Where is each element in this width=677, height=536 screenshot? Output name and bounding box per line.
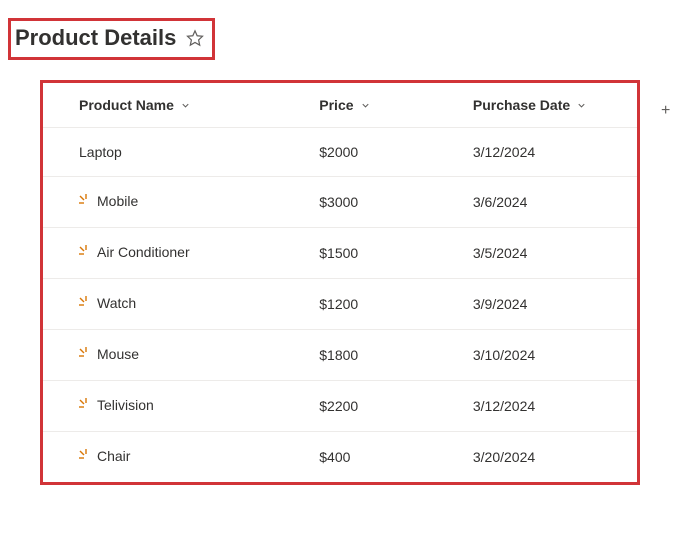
cell-product-name-text: Chair <box>97 448 130 464</box>
cell-product-name: Telivision <box>43 381 309 432</box>
chevron-down-icon <box>180 100 191 111</box>
cell-price: $1800 <box>309 330 463 381</box>
column-header-label: Purchase Date <box>473 97 570 113</box>
sparkle-icon <box>79 398 93 412</box>
cell-product-name-text: Mobile <box>97 193 138 209</box>
cell-product-name-text: Air Conditioner <box>97 244 190 260</box>
cell-product-name-text: Mouse <box>97 346 139 362</box>
cell-product-name: Air Conditioner <box>43 228 309 279</box>
cell-purchase-date: 3/5/2024 <box>463 228 637 279</box>
cell-price: $1500 <box>309 228 463 279</box>
cell-product-name: Mouse <box>43 330 309 381</box>
plus-icon[interactable]: + <box>661 102 670 120</box>
column-header-label: Price <box>319 97 353 113</box>
cell-product-name: Mobile <box>43 177 309 228</box>
table-row[interactable]: Mouse $18003/10/2024 <box>43 330 637 381</box>
favorite-star-icon[interactable] <box>186 29 204 47</box>
table-row[interactable]: Watch $12003/9/2024 <box>43 279 637 330</box>
cell-purchase-date: 3/10/2024 <box>463 330 637 381</box>
page-title: Product Details <box>15 25 176 51</box>
sparkle-icon <box>79 245 93 259</box>
product-table: Product Name Price <box>43 83 637 482</box>
cell-purchase-date: 3/12/2024 <box>463 381 637 432</box>
column-header-label: Product Name <box>79 97 174 113</box>
cell-price: $1200 <box>309 279 463 330</box>
column-header-purchase-date[interactable]: Purchase Date <box>463 83 637 128</box>
sparkle-icon <box>79 194 93 208</box>
cell-product-name-text: Laptop <box>79 144 122 160</box>
table-row[interactable]: Air Conditioner $15003/5/2024 <box>43 228 637 279</box>
cell-price: $2000 <box>309 128 463 177</box>
sparkle-icon <box>79 449 93 463</box>
page-header: Product Details <box>8 18 215 60</box>
table-row[interactable]: Telivision $22003/12/2024 <box>43 381 637 432</box>
sparkle-icon <box>79 347 93 361</box>
cell-purchase-date: 3/12/2024 <box>463 128 637 177</box>
cell-purchase-date: 3/6/2024 <box>463 177 637 228</box>
cell-price: $3000 <box>309 177 463 228</box>
table-row[interactable]: Chair $4003/20/2024 <box>43 432 637 483</box>
cell-price: $400 <box>309 432 463 483</box>
table-row[interactable]: Laptop $20003/12/2024 <box>43 128 637 177</box>
cell-purchase-date: 3/20/2024 <box>463 432 637 483</box>
chevron-down-icon <box>360 100 371 111</box>
cell-product-name: Laptop <box>43 128 309 177</box>
product-table-container: Product Name Price <box>40 80 640 485</box>
cell-product-name-text: Watch <box>97 295 136 311</box>
cell-product-name: Watch <box>43 279 309 330</box>
column-header-price[interactable]: Price <box>309 83 463 128</box>
cell-price: $2200 <box>309 381 463 432</box>
chevron-down-icon <box>576 100 587 111</box>
table-row[interactable]: Mobile $30003/6/2024 <box>43 177 637 228</box>
cell-product-name-text: Telivision <box>97 397 154 413</box>
cell-product-name: Chair <box>43 432 309 483</box>
column-header-product-name[interactable]: Product Name <box>43 83 309 128</box>
sparkle-icon <box>79 296 93 310</box>
cell-purchase-date: 3/9/2024 <box>463 279 637 330</box>
